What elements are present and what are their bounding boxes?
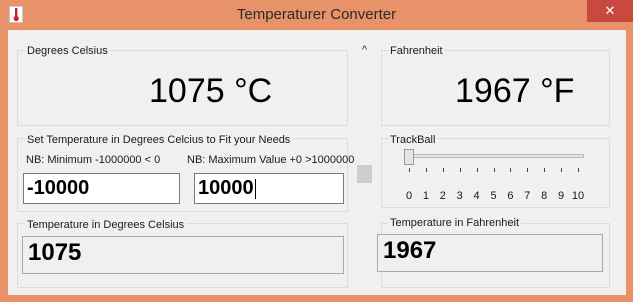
- trackbar-tick-label: 8: [541, 190, 548, 202]
- trackbar-tick-label: 10: [571, 190, 585, 202]
- celsius-readout-value: 1075: [22, 236, 344, 274]
- trackbar-tick-label: 9: [558, 190, 565, 202]
- trackbar-label: TrackBall: [388, 134, 438, 146]
- trackbar-tick: [409, 168, 410, 172]
- fahrenheit-display-value: 1967 °F: [455, 72, 575, 110]
- trackbar-tick: [476, 168, 478, 172]
- fahrenheit-display-group-label: Fahrenheit: [388, 45, 445, 57]
- trackbar-tick-label: 5: [490, 190, 497, 202]
- trackbar-tick-label: 1: [422, 190, 429, 202]
- trackbar-tick: [544, 168, 546, 172]
- trackbar-track: [405, 154, 584, 158]
- scroll-up-icon[interactable]: ^: [359, 44, 370, 58]
- trackbar-tick-label: 2: [439, 190, 446, 202]
- trackbar-tick: [578, 168, 579, 172]
- window-title: Temperaturer Converter: [236, 6, 397, 23]
- celsius-range-group-label: Set Temperature in Degrees Celcius to Fi…: [25, 134, 293, 146]
- max-note: NB: Maximum Value +0 >1000000: [187, 154, 355, 166]
- client-area: Degrees Celsius 1075 °C Set Temperature …: [8, 30, 626, 295]
- trackbar-tick: [561, 168, 563, 172]
- max-celsius-input-value: 10000: [198, 177, 254, 199]
- trackbar-tick: [459, 168, 461, 172]
- min-note: NB: Minimum -1000000 < 0: [26, 154, 161, 166]
- text-caret: [254, 178, 256, 199]
- trackbar-tick-label: 4: [473, 190, 480, 202]
- celsius-readout-label: Temperature in Degrees Celsius: [25, 219, 187, 231]
- trackbar-tick: [527, 168, 529, 172]
- close-button[interactable]: ✕: [587, 0, 633, 22]
- trackbar-tick-label: 7: [524, 190, 531, 202]
- trackbar-tick: [425, 168, 427, 172]
- celsius-display-group-label: Degrees Celsius: [25, 45, 110, 57]
- title-bar: Temperaturer Converter ✕: [0, 0, 633, 30]
- trackbar-tick-label: 6: [507, 190, 514, 202]
- celsius-display-value: 1075 °C: [149, 72, 273, 110]
- trackbar-tick: [442, 168, 444, 172]
- fahrenheit-readout-value: 1967: [377, 234, 603, 272]
- min-celsius-input[interactable]: -10000: [23, 173, 180, 204]
- scrollbar-thumb[interactable]: [357, 165, 372, 183]
- trackbar-tick: [493, 168, 495, 172]
- trackbar-tick-label: 3: [456, 190, 463, 202]
- trackbar-tick-label: 0: [405, 190, 413, 202]
- trackbar-tick: [510, 168, 512, 172]
- max-celsius-input[interactable]: 10000: [194, 173, 344, 204]
- fahrenheit-readout-label: Temperature in Fahrenheit: [388, 217, 522, 229]
- trackbar-thumb[interactable]: [404, 149, 414, 165]
